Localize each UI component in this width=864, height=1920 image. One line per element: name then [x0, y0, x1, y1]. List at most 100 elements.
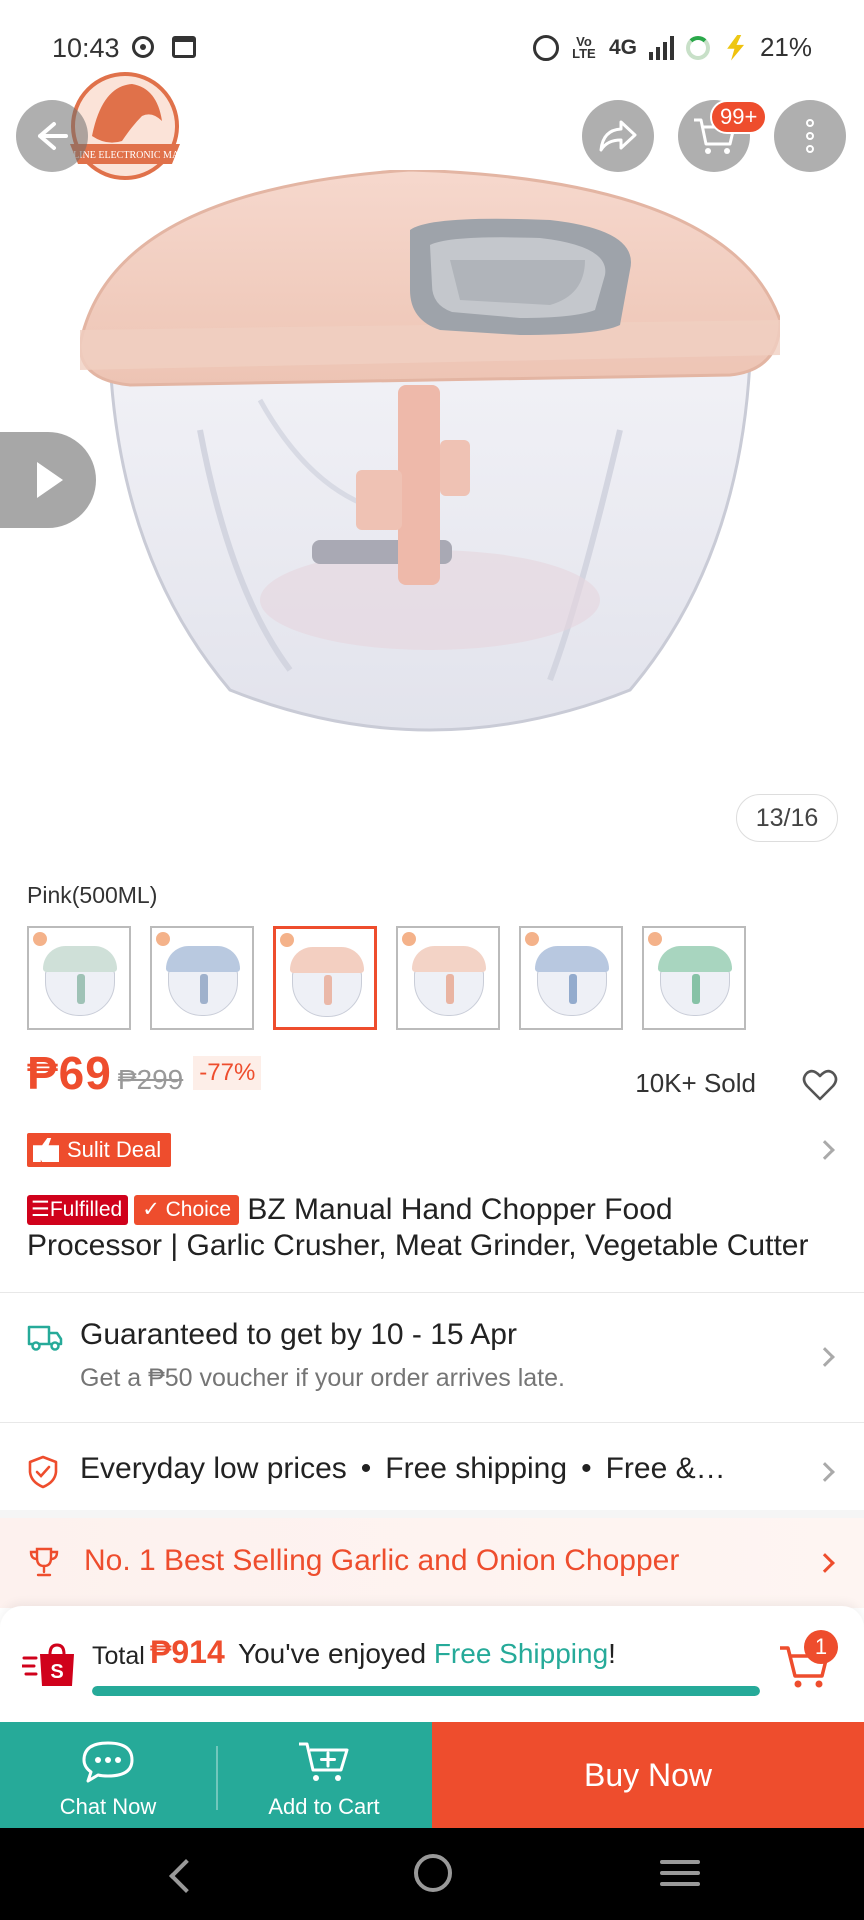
check-icon: ✓	[142, 1198, 166, 1221]
shipping-message-suffix: !	[608, 1638, 616, 1669]
system-home-icon[interactable]	[414, 1854, 452, 1892]
benefit-item: Free &…	[605, 1452, 726, 1485]
total-label: Total	[92, 1642, 145, 1670]
charging-icon	[727, 34, 745, 61]
variant-thumbnail[interactable]	[519, 926, 623, 1030]
bullet-separator: •	[581, 1452, 592, 1485]
store-badge-icon	[525, 932, 539, 946]
fulfilled-icon: ☰	[31, 1198, 50, 1221]
status-bar: 10:43 Vo LTE 4G 21%	[0, 0, 864, 100]
deal-label: Sulit Deal	[67, 1137, 162, 1162]
thumbnail-blade	[569, 974, 577, 1004]
fulfilled-label: Fulfilled	[49, 1198, 123, 1221]
variant-thumbnails	[27, 926, 746, 1030]
choice-tag: ✓ Choice	[134, 1195, 240, 1225]
image-counter: 13/16	[736, 794, 838, 842]
variant-thumbnail[interactable]	[27, 926, 131, 1030]
action-separator	[216, 1746, 218, 1810]
variant-thumbnail[interactable]	[273, 926, 377, 1030]
notification-icon	[132, 36, 154, 58]
original-price: ₱299	[117, 1064, 184, 1095]
cart-item-count-badge: 1	[804, 1630, 838, 1664]
more-dot-icon	[806, 145, 814, 153]
store-badge-icon	[402, 932, 416, 946]
benefits-list[interactable]: Everyday low prices • Free shipping • Free &…	[80, 1452, 820, 1486]
delivery-voucher-note: Get a ₱50 voucher if your order arrives …	[80, 1364, 565, 1392]
bullet-separator: •	[360, 1452, 372, 1485]
back-button[interactable]	[16, 100, 88, 172]
buy-now-button[interactable]: Buy Now	[432, 1722, 864, 1828]
battery-level: 21%	[759, 32, 812, 62]
variant-thumbnail[interactable]	[396, 926, 500, 1030]
shipping-progress-fill	[92, 1686, 760, 1696]
title-line-2: Processor | Garlic Crusher, Meat Grinder…	[27, 1229, 809, 1262]
store-badge-icon	[280, 933, 294, 947]
benefit-item: Free shipping	[385, 1452, 568, 1485]
chat-bubble-icon	[82, 1741, 134, 1783]
chevron-right-icon[interactable]	[815, 1347, 835, 1367]
price-row: ₱69 ₱299 -77%	[27, 1046, 262, 1100]
system-recents-icon[interactable]	[660, 1860, 700, 1886]
thumbnail-lid	[658, 946, 732, 972]
back-arrow-icon	[38, 122, 68, 150]
trophy-icon	[29, 1547, 59, 1577]
thumbnail-lid	[166, 946, 240, 972]
play-video-button[interactable]	[0, 432, 96, 528]
truck-icon	[27, 1325, 63, 1351]
choice-label: Choice	[165, 1198, 232, 1221]
chevron-right-icon[interactable]	[815, 1140, 835, 1160]
play-icon	[37, 462, 63, 498]
chat-now-label: Chat Now	[59, 1794, 157, 1819]
bottom-action-bar: Chat Now Add to Cart Buy Now	[0, 1722, 864, 1828]
fulfilled-tag: ☰Fulfilled	[27, 1195, 129, 1225]
variant-thumbnail[interactable]	[642, 926, 746, 1030]
add-to-cart-label: Add to Cart	[268, 1794, 380, 1819]
product-image-gallery[interactable]: ONLINE ELECTRONIC MALL 99+ 13/16	[0, 0, 864, 860]
store-badge-icon	[648, 932, 662, 946]
store-badge-icon	[156, 932, 170, 946]
delivery-guarantee[interactable]: Guaranteed to get by 10 - 15 Apr	[80, 1318, 517, 1352]
more-options-button[interactable]	[774, 100, 846, 172]
thumbs-up-icon	[33, 1138, 59, 1162]
share-icon	[599, 120, 637, 152]
heart-icon[interactable]	[802, 1068, 838, 1102]
calendar-icon	[172, 36, 196, 58]
divider	[0, 1422, 864, 1423]
network-type: 4G	[608, 35, 637, 59]
volte-indicator: Vo LTE	[572, 33, 596, 61]
thumbnail-lid	[43, 946, 117, 972]
product-title: ☰Fulfilled ✓ Choice BZ Manual Hand Choppe…	[27, 1192, 842, 1264]
free-shipping-highlight: Free Shipping	[433, 1638, 609, 1669]
sulit-deal-badge[interactable]: Sulit Deal	[27, 1133, 172, 1167]
variant-label: Pink(500ML)	[27, 882, 158, 908]
thumbnail-blade	[77, 974, 85, 1004]
more-dot-icon	[806, 119, 814, 127]
thumbnail-lid	[535, 946, 609, 972]
add-cart-icon	[299, 1742, 349, 1781]
variant-thumbnail[interactable]	[150, 926, 254, 1030]
thumbnail-blade	[692, 974, 700, 1004]
sold-count: 10K+ Sold	[635, 1068, 756, 1098]
more-dot-icon	[806, 132, 814, 140]
signal-icon	[648, 35, 674, 60]
shopee-bag-icon: S	[22, 1643, 74, 1686]
cart-count-badge: 99+	[710, 100, 768, 134]
benefit-item: Everyday low prices	[80, 1452, 347, 1485]
chat-now-button[interactable]: Chat Now	[0, 1722, 216, 1828]
thumbnail-blade	[446, 974, 454, 1004]
product-image	[80, 170, 780, 732]
shipping-message-prefix: You've enjoyed	[238, 1638, 434, 1669]
shield-icon	[28, 1455, 58, 1489]
share-button[interactable]	[582, 100, 654, 172]
current-price: ₱69	[27, 1047, 112, 1099]
section-divider	[0, 1510, 864, 1518]
best-seller-text: No. 1 Best Selling Garlic and Onion Chop…	[84, 1544, 680, 1577]
svg-text:S: S	[50, 1661, 63, 1683]
store-badge-icon	[33, 932, 47, 946]
alarm-icon	[532, 34, 559, 61]
data-usage-icon	[685, 35, 710, 60]
add-to-cart-button[interactable]: Add to Cart	[216, 1722, 432, 1828]
status-time: 10:43	[52, 33, 120, 63]
shipping-progress-bar	[92, 1686, 760, 1696]
title-line-1: BZ Manual Hand Chopper Food	[247, 1193, 673, 1226]
